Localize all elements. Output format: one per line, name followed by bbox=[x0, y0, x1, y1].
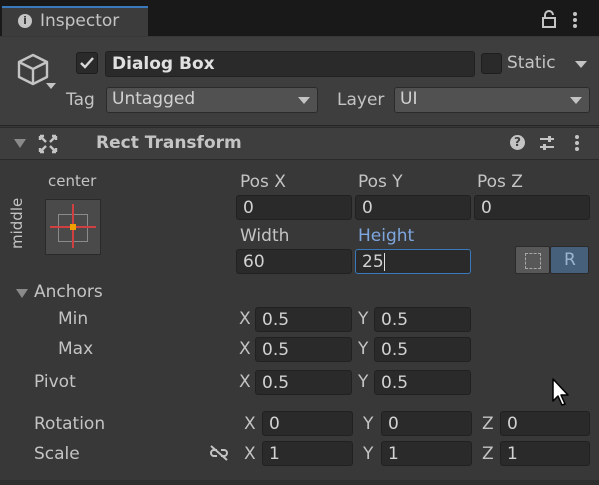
max-y-axis-label[interactable]: Y bbox=[358, 339, 368, 359]
scale-x-axis-label[interactable]: X bbox=[244, 444, 256, 464]
inspector-tab[interactable]: i Inspector bbox=[2, 6, 148, 36]
presets-icon[interactable] bbox=[538, 134, 556, 152]
text-caret bbox=[383, 253, 385, 271]
max-x-axis-label[interactable]: X bbox=[239, 339, 251, 359]
icon-dropdown-arrow[interactable] bbox=[46, 83, 56, 89]
layer-value: UI bbox=[400, 89, 418, 109]
anchors-min-label: Min bbox=[58, 309, 89, 329]
pos-x-label: Pos X bbox=[240, 172, 286, 192]
pivot-y-axis-label[interactable]: Y bbox=[358, 372, 368, 392]
tag-dropdown[interactable]: Untagged bbox=[106, 87, 318, 113]
bottom-divider bbox=[0, 480, 599, 485]
scale-label: Scale bbox=[34, 444, 80, 464]
tab-title: Inspector bbox=[40, 11, 120, 31]
unlinked-icon[interactable] bbox=[208, 444, 230, 462]
pos-z-field[interactable]: 0 bbox=[474, 195, 590, 220]
anchors-foldout-arrow-icon[interactable] bbox=[16, 289, 28, 298]
min-y-axis-label[interactable]: Y bbox=[358, 309, 368, 329]
scale-z-axis-label[interactable]: Z bbox=[482, 444, 494, 464]
raw-edit-button[interactable]: R bbox=[550, 246, 589, 274]
layer-label: Layer bbox=[337, 90, 385, 110]
layer-dropdown[interactable]: UI bbox=[394, 87, 590, 113]
component-title: Rect Transform bbox=[96, 133, 242, 153]
chevron-down-icon bbox=[298, 97, 310, 104]
max-x-field[interactable]: 0.5 bbox=[255, 337, 352, 362]
rotation-z-axis-label[interactable]: Z bbox=[482, 414, 494, 434]
pos-y-label: Pos Y bbox=[358, 172, 403, 192]
scale-y-field[interactable]: 1 bbox=[381, 441, 472, 466]
rotation-y-axis-label[interactable]: Y bbox=[363, 414, 373, 434]
height-value: 25 bbox=[362, 252, 384, 272]
min-x-field[interactable]: 0.5 bbox=[255, 307, 352, 332]
height-field[interactable]: 25 bbox=[355, 249, 471, 274]
pos-z-label: Pos Z bbox=[477, 172, 523, 192]
info-icon: i bbox=[18, 14, 32, 28]
chevron-down-icon bbox=[570, 97, 582, 104]
mouse-cursor-icon bbox=[552, 378, 569, 406]
tag-value: Untagged bbox=[112, 89, 196, 109]
checkmark-icon bbox=[80, 57, 94, 69]
pivot-x-axis-label[interactable]: X bbox=[239, 372, 251, 392]
object-header: Dialog Box Static Tag Untagged Layer UI bbox=[0, 37, 599, 126]
min-x-axis-label[interactable]: X bbox=[239, 309, 251, 329]
raw-edit-label: R bbox=[564, 250, 576, 270]
rect-transform-icon bbox=[38, 134, 58, 154]
scale-x-field[interactable]: 1 bbox=[262, 441, 353, 466]
pivot-label: Pivot bbox=[34, 372, 76, 392]
anchors-max-label: Max bbox=[58, 339, 94, 359]
rotation-x-field[interactable]: 0 bbox=[262, 411, 353, 436]
pivot-x-field[interactable]: 0.5 bbox=[255, 370, 352, 395]
tag-label: Tag bbox=[66, 90, 95, 110]
kebab-menu-icon[interactable] bbox=[574, 134, 580, 152]
static-label: Static bbox=[507, 53, 556, 73]
foldout-arrow-icon[interactable] bbox=[14, 139, 26, 148]
help-icon[interactable]: ? bbox=[510, 135, 525, 150]
max-y-field[interactable]: 0.5 bbox=[374, 337, 471, 362]
scale-z-field[interactable]: 1 bbox=[500, 441, 590, 466]
anchors-label[interactable]: Anchors bbox=[34, 282, 103, 302]
anchor-dot bbox=[70, 224, 76, 230]
pos-y-field[interactable]: 0 bbox=[355, 195, 471, 220]
lock-icon[interactable] bbox=[541, 10, 557, 28]
static-checkbox[interactable] bbox=[481, 53, 502, 74]
object-name-field[interactable]: Dialog Box bbox=[105, 51, 475, 77]
blueprint-mode-icon bbox=[525, 253, 541, 269]
kebab-menu-icon[interactable] bbox=[572, 11, 578, 29]
rotation-z-field[interactable]: 0 bbox=[500, 411, 590, 436]
tab-bar: i Inspector bbox=[0, 0, 599, 36]
anchor-vertical-label: middle bbox=[8, 197, 26, 249]
rect-transform-header[interactable]: Rect Transform ? bbox=[0, 127, 599, 160]
width-field[interactable]: 60 bbox=[236, 249, 352, 274]
active-checkbox[interactable] bbox=[76, 52, 98, 74]
static-dropdown-arrow[interactable] bbox=[575, 61, 587, 68]
height-label: Height bbox=[358, 226, 415, 246]
rotation-x-axis-label[interactable]: X bbox=[244, 414, 256, 434]
rotation-y-field[interactable]: 0 bbox=[381, 411, 472, 436]
rotation-label: Rotation bbox=[34, 414, 106, 434]
scale-y-axis-label[interactable]: Y bbox=[363, 444, 373, 464]
pivot-y-field[interactable]: 0.5 bbox=[374, 370, 471, 395]
pos-x-field[interactable]: 0 bbox=[236, 195, 352, 220]
min-y-field[interactable]: 0.5 bbox=[374, 307, 471, 332]
anchor-presets-button[interactable] bbox=[45, 199, 101, 255]
width-label: Width bbox=[240, 226, 290, 246]
blueprint-mode-button[interactable] bbox=[515, 246, 550, 274]
anchor-horizontal-label: center bbox=[48, 172, 97, 190]
